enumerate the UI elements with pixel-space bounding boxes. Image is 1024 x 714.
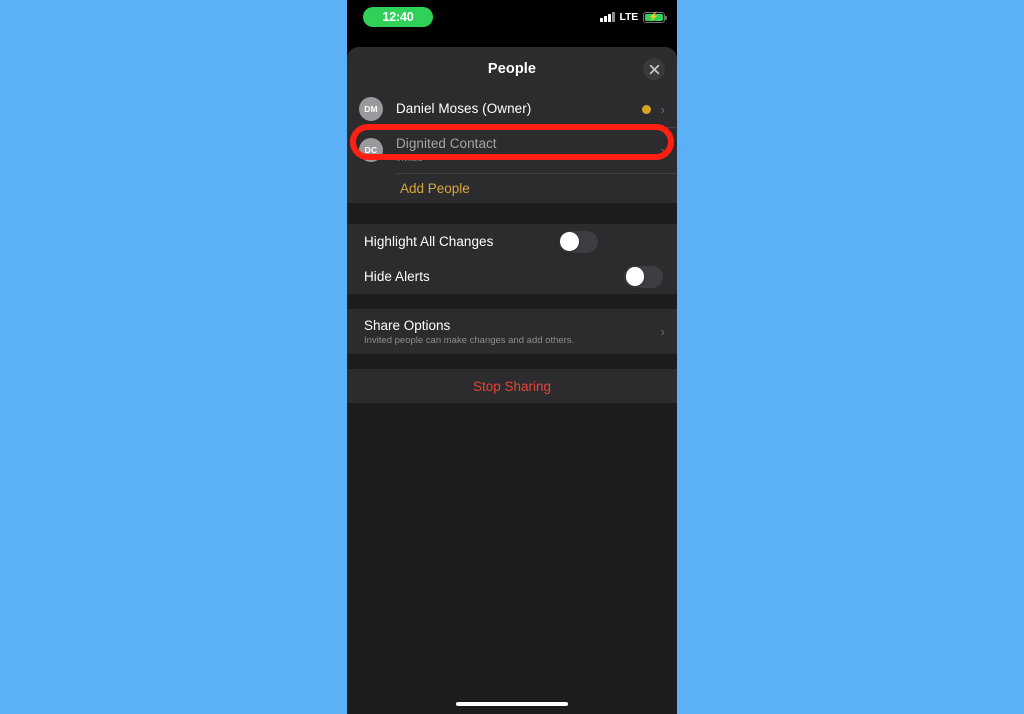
highlight-all-changes-row[interactable]: Highlight All Changes [347, 224, 677, 259]
avatar: DM [359, 97, 383, 121]
row-divider [396, 172, 677, 173]
people-sheet: People DM Daniel Moses (Owner) › DC Dign… [347, 47, 677, 714]
share-options-text: Share Options Invited people can make ch… [364, 317, 659, 347]
screenshot-canvas: 12:40 LTE ⚡ People DM Daniel Moses (Owne… [0, 0, 1024, 714]
share-options-group: Share Options Invited people can make ch… [347, 309, 677, 354]
options-group: Highlight All Changes Hide Alerts [347, 224, 677, 294]
chevron-right-icon: › [660, 101, 665, 117]
share-options-subtitle: Invited people can make changes and add … [364, 334, 575, 346]
page-title: People [487, 61, 537, 77]
chevron-right-icon: › [660, 142, 665, 158]
section-gap [347, 354, 677, 369]
person-name: Dignited Contact [396, 136, 497, 151]
hide-alerts-toggle[interactable] [624, 265, 663, 288]
people-list-group: DM Daniel Moses (Owner) › DC Dignited Co… [347, 91, 677, 203]
list-item[interactable]: DC Dignited Contact Invited › [347, 127, 677, 173]
stop-sharing-group: Stop Sharing [347, 369, 677, 403]
cellular-signal-icon [600, 12, 615, 22]
network-type-label: LTE [619, 11, 639, 23]
chevron-right-icon: › [660, 324, 665, 339]
toggle-knob [560, 232, 580, 251]
status-bar-indicators: LTE ⚡ [600, 9, 667, 25]
add-people-button[interactable]: Add People [347, 173, 677, 203]
highlight-all-changes-label: Highlight All Changes [364, 234, 494, 249]
share-options-title: Share Options [364, 317, 451, 333]
person-name: Daniel Moses (Owner) [396, 101, 532, 116]
highlight-all-changes-toggle[interactable] [558, 230, 598, 253]
hide-alerts-label: Hide Alerts [364, 269, 430, 284]
close-icon[interactable] [643, 58, 665, 80]
share-options-row[interactable]: Share Options Invited people can make ch… [347, 309, 677, 354]
section-gap [347, 203, 677, 224]
list-item[interactable]: DM Daniel Moses (Owner) › [347, 91, 677, 127]
sheet-header: People [347, 47, 677, 91]
battery-charging-icon: ⚡ [643, 11, 667, 23]
section-gap [347, 294, 677, 309]
avatar: DC [359, 138, 383, 162]
status-bar: 12:40 LTE ⚡ [347, 0, 677, 47]
person-status-label: Invited [396, 153, 423, 163]
person-info: Daniel Moses (Owner) [396, 101, 642, 117]
add-people-label: Add People [400, 180, 470, 196]
status-bar-time-pill: 12:40 [363, 7, 433, 27]
stop-sharing-button[interactable]: Stop Sharing [347, 369, 677, 403]
status-badge [641, 104, 651, 114]
home-indicator-bar [456, 701, 568, 706]
phone-screen: 12:40 LTE ⚡ People DM Daniel Moses (Owne… [347, 0, 677, 714]
hide-alerts-row[interactable]: Hide Alerts [347, 259, 677, 294]
stop-sharing-label: Stop Sharing [472, 378, 552, 394]
toggle-knob [625, 267, 645, 286]
person-info: Dignited Contact Invited [396, 136, 659, 164]
charging-bolt-icon: ⚡ [648, 11, 660, 22]
